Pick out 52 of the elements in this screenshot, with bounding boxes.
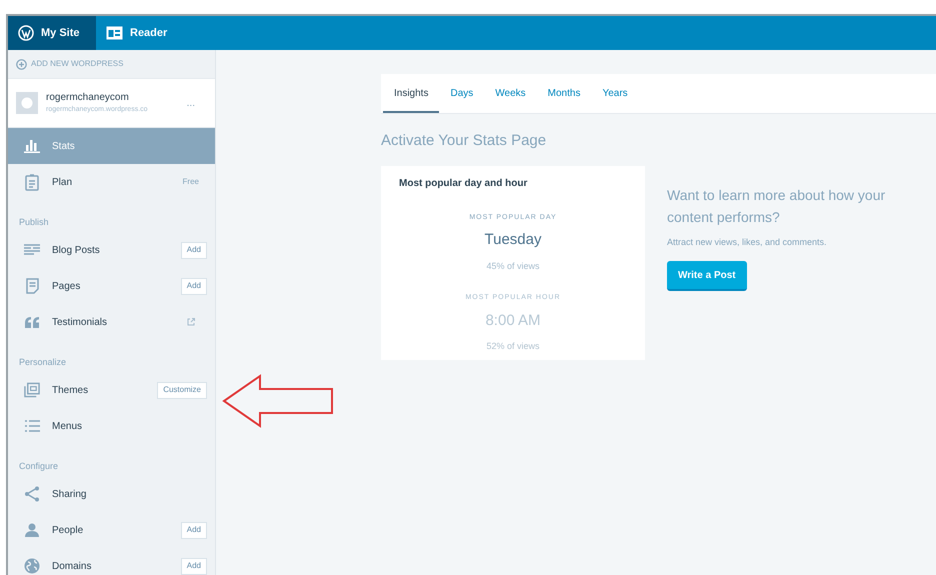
item-action-button[interactable]: Add (180, 278, 207, 294)
section-heading: Configure (18, 460, 60, 473)
plan-label: Free (182, 176, 199, 188)
popular-day-value: Tuesday (484, 230, 542, 250)
page-heading: Activate Your Stats Page (381, 131, 548, 151)
masterbar-tab[interactable]: Reader (96, 16, 178, 50)
masterbar-tab[interactable]: My Site (8, 16, 96, 50)
item-action-button[interactable]: Add (180, 242, 207, 258)
reader-icon (106, 26, 123, 40)
window-icon (24, 382, 40, 398)
sidebar-item[interactable]: Pages Add (8, 268, 215, 304)
more-menu-button[interactable]: ... (186, 96, 207, 110)
add-circle-icon (16, 58, 27, 70)
stats-tab[interactable]: Insights (383, 75, 440, 113)
item-action-button[interactable]: Add (180, 558, 207, 574)
stat-share: 52% of views (486, 340, 540, 353)
card-title: Most popular day and hour (398, 176, 528, 190)
wordpress-logo-icon (18, 25, 34, 41)
page-icon (26, 278, 38, 294)
sidebar-item[interactable]: Plan Free (8, 164, 215, 200)
item-action-button[interactable]: Customize (157, 382, 207, 398)
promo-text: Attract new views, likes, and comments. (667, 236, 828, 248)
lines-icon (24, 244, 40, 256)
sidebar-item[interactable]: Testimonials (8, 304, 215, 340)
section-heading: Personalize (18, 356, 68, 368)
person-icon (25, 523, 39, 537)
popular-hour-value: 8:00 AM (485, 310, 541, 330)
sidebar-item[interactable]: Stats (8, 128, 215, 164)
site-name: rogermchaneycom (46, 91, 130, 106)
clipboard-icon (25, 174, 39, 190)
add-new-site-link[interactable]: ADD NEW WORDPRESS (31, 58, 124, 70)
stats-tab[interactable]: Days (439, 75, 484, 113)
sidebar-item[interactable]: Domains Add (8, 548, 215, 575)
sidebar-item[interactable]: Themes Customize (8, 372, 215, 408)
site-globe-icon (16, 92, 38, 114)
sidebar-item[interactable]: Sharing (8, 476, 215, 512)
write-post-button[interactable]: Write a Post (667, 261, 747, 291)
list-icon (24, 420, 40, 432)
stat-share: 45% of views (486, 260, 540, 272)
share-icon (24, 486, 40, 502)
sidebar-item[interactable]: Menus (8, 408, 215, 444)
promo-title: Want to learn more about how your content performs? (667, 186, 886, 227)
stats-tab[interactable]: Years (591, 75, 639, 113)
sidebar-item[interactable]: People Add (8, 512, 215, 548)
stats-tab[interactable]: Months (536, 75, 592, 113)
sidebar-item[interactable]: Blog Posts Add (8, 232, 215, 268)
stats-tab[interactable]: Weeks (484, 75, 537, 113)
quote-icon (24, 316, 40, 328)
item-action-button[interactable]: Add (180, 522, 207, 538)
bar-chart-icon (24, 139, 40, 153)
external-link-icon (187, 318, 195, 326)
section-heading: Publish (18, 216, 50, 228)
